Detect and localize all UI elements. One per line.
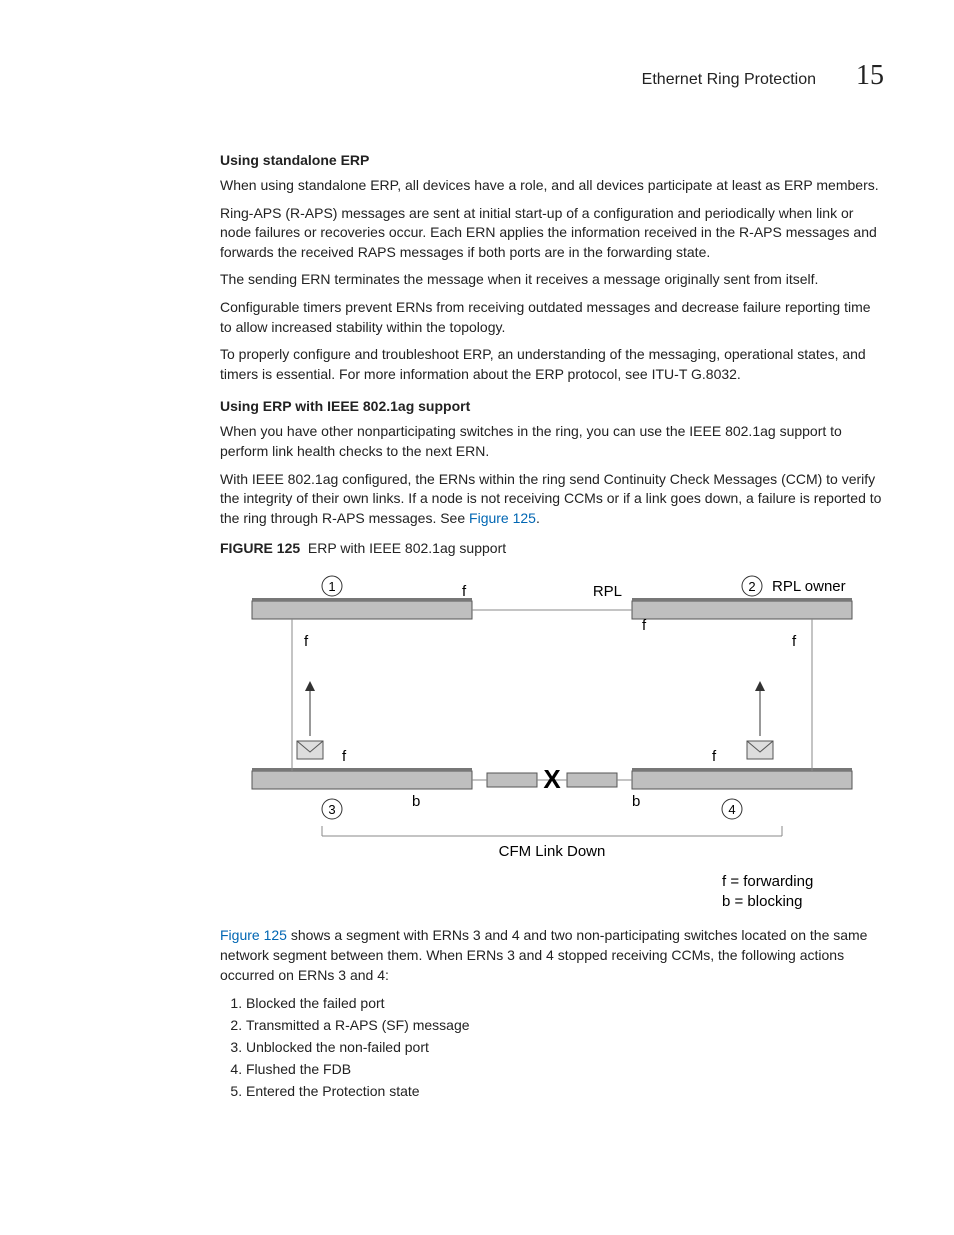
list-item: Flushed the FDB bbox=[246, 1061, 884, 1077]
node-label: 2 bbox=[748, 579, 755, 594]
port-state: f bbox=[304, 633, 309, 650]
header-title: Ethernet Ring Protection bbox=[642, 71, 816, 89]
port-state: f bbox=[642, 617, 647, 634]
port-state: b bbox=[632, 793, 640, 810]
body-text-span: With IEEE 802.1ag configured, the ERNs w… bbox=[220, 471, 881, 526]
port-state: f bbox=[712, 748, 717, 765]
body-text: When using standalone ERP, all devices h… bbox=[220, 176, 884, 196]
list-item: Entered the Protection state bbox=[246, 1083, 884, 1099]
envelope-icon bbox=[297, 681, 323, 759]
port-state: f bbox=[462, 583, 467, 600]
envelope-icon bbox=[747, 681, 773, 759]
figure-label: FIGURE 125 bbox=[220, 540, 300, 556]
legend-blocking: b = blocking bbox=[722, 893, 802, 910]
body-text: Configurable timers prevent ERNs from re… bbox=[220, 298, 884, 337]
figure-diagram: X 1 2 3 4 RPL RPL owner f f f f f f b b bbox=[232, 566, 872, 916]
body-text: The sending ERN terminates the message w… bbox=[220, 270, 884, 290]
port-state: f bbox=[342, 748, 347, 765]
break-icon: X bbox=[543, 764, 561, 794]
cfm-label: CFM Link Down bbox=[499, 843, 606, 860]
body-text: Ring-APS (R-APS) messages are sent at in… bbox=[220, 204, 884, 263]
body-text-span: . bbox=[536, 510, 540, 526]
rpl-owner-label: RPL owner bbox=[772, 578, 846, 595]
chapter-number: 15 bbox=[856, 60, 884, 92]
page-header: Ethernet Ring Protection 15 bbox=[220, 60, 884, 92]
port-state: b bbox=[412, 793, 420, 810]
rpl-label: RPL bbox=[593, 583, 622, 600]
node-label: 4 bbox=[728, 802, 735, 817]
body-text-span: shows a segment with ERNs 3 and 4 and tw… bbox=[220, 927, 867, 982]
figure-title: ERP with IEEE 802.1ag support bbox=[308, 540, 506, 556]
body-text: Figure 125 shows a segment with ERNs 3 a… bbox=[220, 926, 884, 985]
port-state: f bbox=[792, 633, 797, 650]
node-label: 1 bbox=[328, 579, 335, 594]
legend-forwarding: f = forwarding bbox=[722, 873, 813, 890]
action-list: Blocked the failed port Transmitted a R-… bbox=[220, 995, 884, 1099]
page: Ethernet Ring Protection 15 Using standa… bbox=[0, 0, 954, 1169]
figure-link[interactable]: Figure 125 bbox=[469, 510, 536, 526]
heading-standalone-erp: Using standalone ERP bbox=[220, 152, 884, 168]
body-text: To properly configure and troubleshoot E… bbox=[220, 345, 884, 384]
body-text: When you have other nonparticipating swi… bbox=[220, 422, 884, 461]
node-label: 3 bbox=[328, 802, 335, 817]
heading-ieee-support: Using ERP with IEEE 802.1ag support bbox=[220, 398, 884, 414]
figure-caption: FIGURE 125 ERP with IEEE 802.1ag support bbox=[220, 540, 884, 556]
list-item: Blocked the failed port bbox=[246, 995, 884, 1011]
list-item: Transmitted a R-APS (SF) message bbox=[246, 1017, 884, 1033]
list-item: Unblocked the non-failed port bbox=[246, 1039, 884, 1055]
figure-link[interactable]: Figure 125 bbox=[220, 927, 287, 943]
body-text: With IEEE 802.1ag configured, the ERNs w… bbox=[220, 470, 884, 529]
